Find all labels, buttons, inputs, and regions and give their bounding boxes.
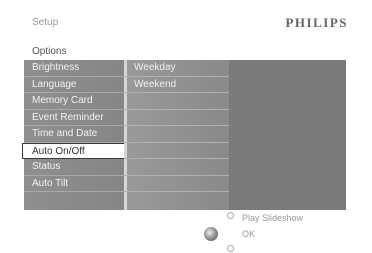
- menu-item-event-reminder[interactable]: Event Reminder: [24, 110, 124, 126]
- menu-panel: Brightness Language Memory Card Event Re…: [22, 60, 346, 210]
- photo-frame-screen: Setup PHILIPS Options Brightness Languag…: [0, 0, 372, 253]
- menu-item-memory-card[interactable]: Memory Card: [24, 93, 124, 110]
- menu-item-label: Brightness: [32, 62, 80, 73]
- menu-item-label: Auto Tilt: [32, 177, 69, 189]
- setup-label: Setup: [32, 17, 59, 28]
- header: Setup PHILIPS: [0, 0, 372, 44]
- submenu-item-weekend[interactable]: Weekend: [124, 77, 229, 93]
- menu-item-label: Language: [32, 78, 77, 90]
- submenu-item-label: Weekend: [134, 78, 177, 90]
- nav-down-dot-icon: [227, 245, 234, 252]
- submenu-item-empty: [124, 110, 229, 126]
- navigation-dial-icon[interactable]: [204, 227, 218, 241]
- settings-menu: Brightness Language Memory Card Event Re…: [22, 60, 126, 192]
- menu-item-label: Memory Card: [32, 95, 93, 106]
- menu-item-language[interactable]: Language: [24, 77, 124, 93]
- menu-item-label: Status: [32, 161, 61, 172]
- footer-controls: Play Slideshow OK: [0, 210, 372, 253]
- menu-item-label: Event Reminder: [32, 111, 104, 123]
- menu-item-auto-on-off[interactable]: Auto On/Off: [22, 142, 126, 159]
- options-label: Options: [32, 46, 67, 57]
- menu-item-label: Time and Date: [32, 128, 98, 139]
- ok-hint: OK: [242, 229, 256, 239]
- preview-pane: [229, 60, 346, 210]
- brand-logo: PHILIPS: [285, 15, 348, 30]
- menu-item-time-and-date[interactable]: Time and Date: [24, 126, 124, 143]
- options-bar: Options: [24, 44, 346, 60]
- menu-item-label: Auto On/Off: [32, 145, 85, 157]
- play-slideshow-hint: Play Slideshow: [242, 213, 304, 223]
- submenu-item-empty: [124, 126, 229, 143]
- submenu-item-empty: [124, 159, 229, 176]
- menu-item-brightness[interactable]: Brightness: [24, 60, 124, 77]
- submenu-item-empty: [124, 143, 229, 159]
- submenu-item-empty: [124, 93, 229, 110]
- nav-up-dot-icon: [227, 212, 234, 219]
- submenu-item-label: Weekday: [134, 62, 176, 73]
- submenu-item-empty: [124, 176, 229, 192]
- menu-item-auto-tilt[interactable]: Auto Tilt: [24, 176, 124, 192]
- submenu-item-weekday[interactable]: Weekday: [124, 60, 229, 77]
- submenu: Weekday Weekend: [124, 60, 229, 210]
- menu-item-status[interactable]: Status: [24, 159, 124, 176]
